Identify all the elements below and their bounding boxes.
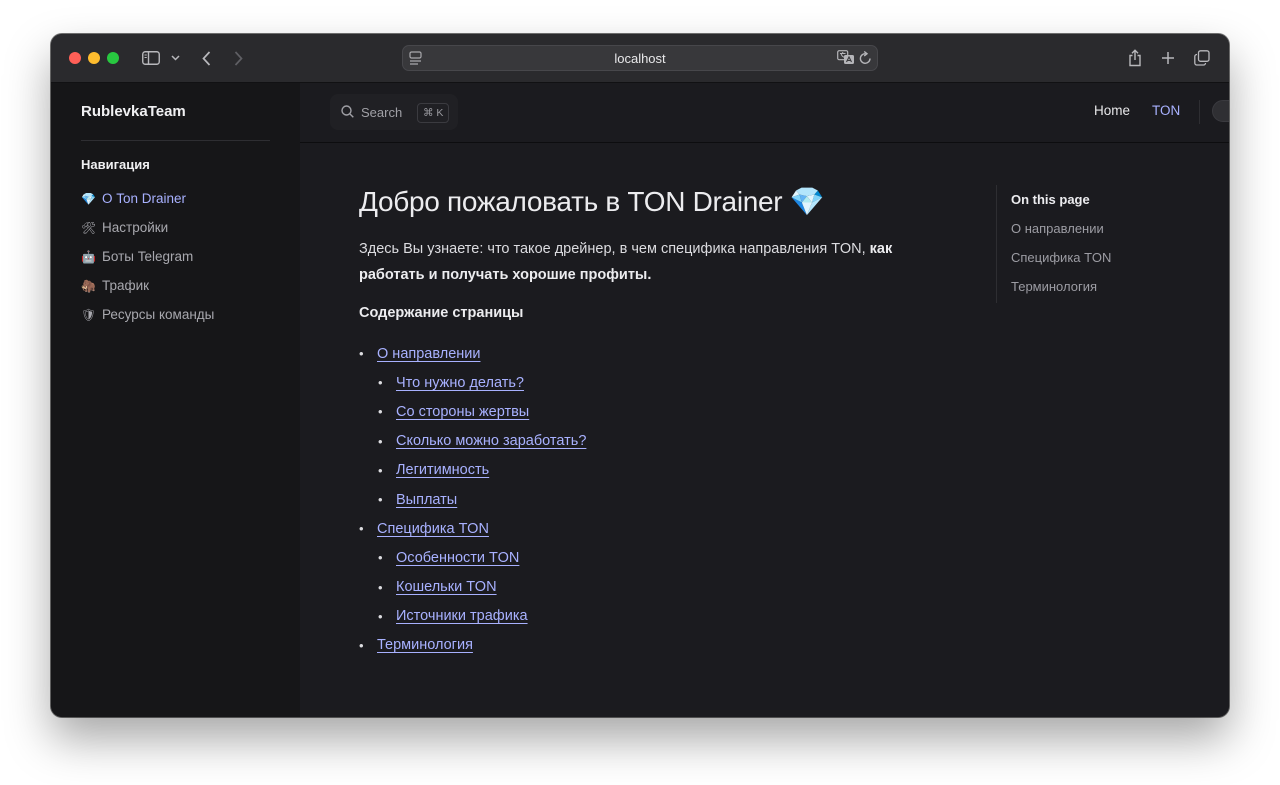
toc-item: • Кошельки TON xyxy=(378,579,497,596)
search-button[interactable]: Search ⌘ K xyxy=(330,94,458,130)
sidebar-item-label: Боты Telegram xyxy=(102,249,194,264)
translate-icon[interactable] xyxy=(837,50,855,70)
address-bar[interactable]: localhost xyxy=(402,45,878,71)
sidebar-item-label: Настройки xyxy=(102,220,169,235)
toc-link-traffic-sources[interactable]: Источники трафика xyxy=(396,608,528,624)
toc-item: • Терминология xyxy=(359,637,473,654)
chevron-down-icon[interactable] xyxy=(168,46,182,70)
toc-item: • Сколько можно заработать? xyxy=(378,433,587,450)
toc-link-victim-side[interactable]: Со стороны жертвы xyxy=(396,404,529,420)
toc-link-terminology[interactable]: Терминология xyxy=(377,637,473,653)
minimize-window-button[interactable] xyxy=(88,52,100,64)
toc-link-what-to-do[interactable]: Что нужно делать? xyxy=(396,375,524,391)
sidebar: RublevkaTeam Навигация 💎 О Ton Drainer 🛠… xyxy=(51,83,300,717)
mammoth-icon: 🦣 xyxy=(81,278,96,293)
browser-window: localhost RublevkaTeam Навигация 💎 О Ton… xyxy=(51,34,1229,717)
sidebar-item-ton-drainer[interactable]: 💎 О Ton Drainer xyxy=(81,184,214,213)
sidebar-item-traffic[interactable]: 🦣 Трафик xyxy=(81,271,214,300)
toc-item: • Со стороны жертвы xyxy=(378,403,530,420)
toc-item: • Легитимность xyxy=(378,462,490,479)
share-icon[interactable] xyxy=(1126,46,1144,70)
sidebar-divider xyxy=(81,140,270,141)
url-text: localhost xyxy=(614,51,666,66)
search-label: Search xyxy=(361,105,403,120)
toc-item: • О направлении xyxy=(359,345,481,362)
outline-link-terminology[interactable]: Терминология xyxy=(1011,272,1111,301)
toc-heading: Содержание страницы xyxy=(359,305,524,321)
page-outline: On this page О направлении Специфика TON… xyxy=(996,185,1177,303)
tab-overview-icon[interactable] xyxy=(1193,46,1211,70)
search-icon xyxy=(341,105,354,123)
nav-divider xyxy=(1199,100,1200,124)
toc-item: • Источники трафика xyxy=(378,608,528,625)
intro-plain: Здесь Вы узнаете: что такое дрейнер, в ч… xyxy=(359,241,870,257)
toc-link-payouts[interactable]: Выплаты xyxy=(396,492,457,508)
theme-toggle[interactable] xyxy=(1212,100,1229,122)
sidebar-item-settings[interactable]: 🛠 Настройки xyxy=(81,213,214,242)
gem-icon: 💎 xyxy=(81,191,96,206)
page-title: Добро пожаловать в TON Drainer 💎 xyxy=(359,186,825,217)
sidebar-item-label: Ресурсы команды xyxy=(102,307,215,322)
sidebar-nav: 💎 О Ton Drainer 🛠 Настройки 🤖 Боты Teleg… xyxy=(81,184,214,329)
zoom-window-button[interactable] xyxy=(107,52,119,64)
sidebar-item-telegram-bots[interactable]: 🤖 Боты Telegram xyxy=(81,242,214,271)
toc-link-ton-specifics[interactable]: Специфика TON xyxy=(377,521,489,537)
reload-icon[interactable] xyxy=(859,50,872,70)
site-title[interactable]: RublevkaTeam xyxy=(81,103,186,120)
outline-title: On this page xyxy=(1011,192,1090,207)
toc-item: • Специфика TON xyxy=(359,520,489,537)
intro-text: Здесь Вы узнаете: что такое дрейнер, в ч… xyxy=(359,236,939,288)
table-of-contents: • О направлении • Что нужно делать? • Со ст… xyxy=(359,339,586,660)
browser-toolbar: localhost xyxy=(51,34,1229,83)
tools-icon: 🛠 xyxy=(81,220,97,235)
new-tab-icon[interactable] xyxy=(1159,46,1177,70)
sidebar-item-team-resources[interactable]: 🛡 Ресурсы команды xyxy=(81,300,214,329)
toc-item: • Особенности TON xyxy=(378,549,520,566)
outline-link-direction[interactable]: О направлении xyxy=(1011,214,1111,243)
toc-item: • Что нужно делать? xyxy=(378,374,524,391)
back-icon[interactable] xyxy=(198,46,214,70)
shield-icon: 🛡 xyxy=(81,307,97,322)
toc-item: • Выплаты xyxy=(378,491,458,508)
top-navigation: Search ⌘ K Home TON xyxy=(300,83,1229,143)
close-window-button[interactable] xyxy=(69,52,81,64)
sidebar-item-label: Трафик xyxy=(102,278,150,293)
nav-link-ton[interactable]: TON xyxy=(1152,103,1180,118)
toc-link-ton-wallets[interactable]: Кошельки TON xyxy=(396,579,497,595)
toc-link-direction[interactable]: О направлении xyxy=(377,346,480,362)
outline-links: О направлении Специфика TON Терминология xyxy=(1011,214,1111,301)
toc-link-earnings[interactable]: Сколько можно заработать? xyxy=(396,433,586,449)
nav-link-home[interactable]: Home xyxy=(1094,103,1130,118)
forward-icon[interactable] xyxy=(230,46,246,70)
robot-icon: 🤖 xyxy=(81,249,96,264)
sidebar-heading: Навигация xyxy=(81,157,150,172)
sidebar-toggle-icon[interactable] xyxy=(140,46,162,70)
outline-link-ton-specifics[interactable]: Специфика TON xyxy=(1011,243,1111,272)
sidebar-item-label: О Ton Drainer xyxy=(102,191,187,206)
toc-link-legitimacy[interactable]: Легитимность xyxy=(396,462,489,478)
toc-link-ton-features[interactable]: Особенности TON xyxy=(396,550,519,566)
search-shortcut: ⌘ K xyxy=(417,103,450,123)
